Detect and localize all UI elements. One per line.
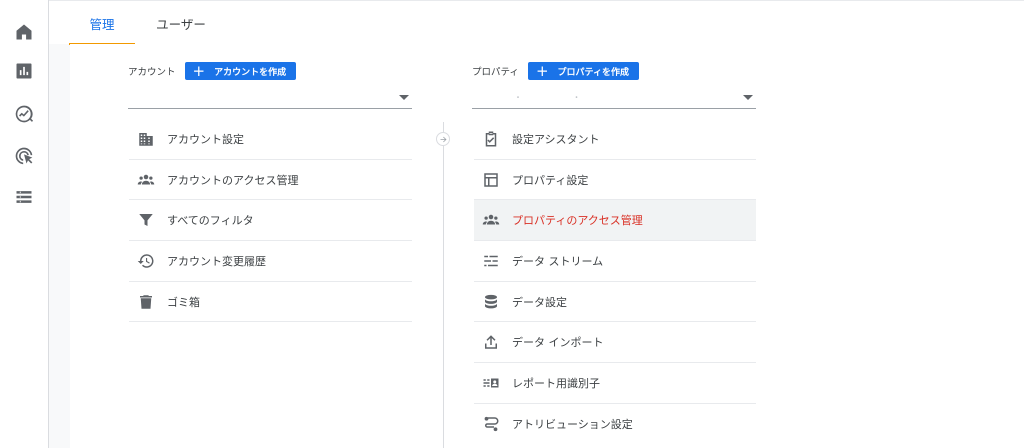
menu-setup-assistant[interactable]: 設定アシスタント <box>474 119 756 160</box>
caret-down-icon <box>743 95 753 100</box>
account-selector[interactable] <box>128 90 412 109</box>
tab-admin-label: 管理 <box>89 16 115 32</box>
menu-data-import[interactable]: データ インポート <box>474 322 756 364</box>
menu-item-label: ゴミ箱 <box>167 295 200 309</box>
plus-icon: + <box>192 62 206 80</box>
menu-all-filters[interactable]: すべてのフィルタ <box>129 200 412 242</box>
account-header: アカウント + アカウントを作成 <box>128 62 297 80</box>
property-menu: 設定アシスタント プロパティ設定 プロパティのアクセス管理 データ ストリーム … <box>474 119 756 445</box>
property-label: プロパティ <box>472 67 519 78</box>
property-selector[interactable]: ・ ・ <box>472 90 756 109</box>
building-icon <box>136 129 156 149</box>
menu-reporting-identity[interactable]: レポート用識別子 <box>474 363 756 404</box>
analytics-admin-screen: 管理 ユーザー アカウント + アカウントを作成 アカウント設定 アカウントのア… <box>0 0 1024 448</box>
menu-item-label: データ ストリーム <box>512 254 604 268</box>
data-streams-icon <box>481 251 501 271</box>
menu-account-change-history[interactable]: アカウント変更履歴 <box>129 241 412 282</box>
tab-users-label: ユーザー <box>156 16 206 32</box>
menu-item-label: すべてのフィルタ <box>167 214 254 228</box>
menu-property-settings[interactable]: プロパティ設定 <box>474 160 756 201</box>
tab-users[interactable]: ユーザー <box>141 1 221 45</box>
menu-item-label: レポート用識別子 <box>512 376 600 390</box>
history-icon <box>136 251 156 271</box>
filter-icon <box>136 210 156 230</box>
create-account-label: アカウントを作成 <box>214 67 287 78</box>
trash-icon <box>136 292 156 312</box>
menu-account-settings[interactable]: アカウント設定 <box>129 119 412 160</box>
admin-tabs: 管理 ユーザー <box>49 0 1024 45</box>
create-account-button[interactable]: + アカウントを作成 <box>184 62 297 80</box>
advertising-icon[interactable] <box>12 144 36 168</box>
explore-icon[interactable] <box>12 102 36 126</box>
menu-item-label: 設定アシスタント <box>512 132 600 146</box>
column-divider <box>443 122 444 448</box>
clipboard-check-icon <box>481 129 501 149</box>
property-selector-value: ・ ・ <box>514 93 605 102</box>
upload-icon <box>481 332 501 352</box>
menu-item-label: アカウント設定 <box>167 132 244 146</box>
menu-attribution-settings[interactable]: アトリビューション設定 <box>474 404 756 445</box>
account-label: アカウント <box>128 67 176 78</box>
reports-icon[interactable] <box>12 59 36 83</box>
property-settings-icon <box>481 170 501 190</box>
menu-item-label: アトリビューション設定 <box>512 418 633 432</box>
people-icon <box>481 210 501 230</box>
tab-admin[interactable]: 管理 <box>69 1 135 45</box>
menu-account-access[interactable]: アカウントのアクセス管理 <box>129 160 412 201</box>
create-property-label: プロパティを作成 <box>557 67 629 78</box>
menu-property-access[interactable]: プロパティのアクセス管理 <box>474 200 756 242</box>
caret-down-icon <box>399 95 409 100</box>
create-property-button[interactable]: + プロパティを作成 <box>527 62 639 80</box>
people-icon <box>136 170 156 190</box>
plus-icon: + <box>535 62 549 80</box>
menu-trash[interactable]: ゴミ箱 <box>129 282 412 323</box>
menu-item-label: アカウントのアクセス管理 <box>167 173 299 187</box>
menu-item-label: データ インポート <box>512 336 604 350</box>
menu-data-settings[interactable]: データ設定 <box>474 282 756 323</box>
menu-item-label: データ設定 <box>512 295 567 309</box>
home-icon[interactable] <box>12 20 36 44</box>
menu-item-label: プロパティのアクセス管理 <box>512 214 643 228</box>
database-icon <box>481 292 501 312</box>
configure-icon[interactable] <box>12 185 36 209</box>
menu-item-label: プロパティ設定 <box>512 173 589 187</box>
attribution-icon <box>481 414 501 434</box>
left-nav-rail <box>0 0 49 448</box>
arrow-right-icon <box>436 132 450 146</box>
account-menu: アカウント設定 アカウントのアクセス管理 すべてのフィルタ アカウント変更履歴 … <box>129 119 412 323</box>
identity-icon <box>481 373 501 393</box>
menu-item-label: アカウント変更履歴 <box>167 254 266 268</box>
menu-data-streams[interactable]: データ ストリーム <box>474 241 756 282</box>
property-header: プロパティ + プロパティを作成 <box>472 62 639 80</box>
